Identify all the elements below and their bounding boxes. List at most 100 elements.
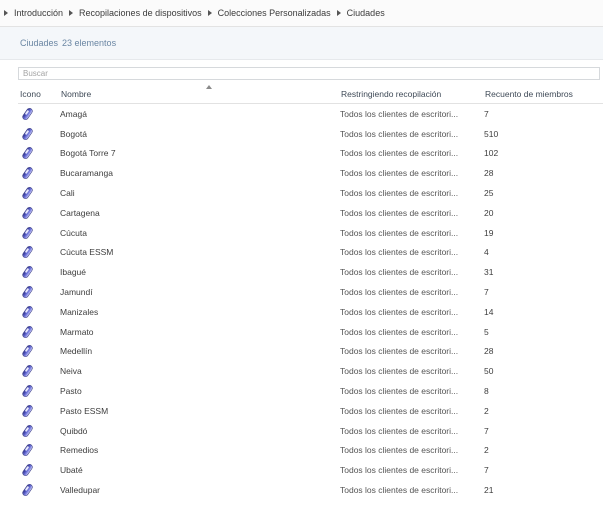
table-row[interactable]: Jamundí Todos los clientes de escritori..… [18,282,603,302]
search-input[interactable] [18,67,600,80]
table-row[interactable]: Pasto Todos los clientes de escritori... 8 [18,381,603,401]
row-name: Manizales [60,306,99,317]
row-restriction: Todos los clientes de escritori... [340,306,459,317]
row-name: Valledupar [60,485,101,496]
table-row[interactable]: Cartagena Todos los clientes de escritori… [18,203,603,223]
list-header: Ciudades 23 elementos [0,27,603,60]
table-row[interactable]: Marmato Todos los clientes de escritori..… [18,322,603,342]
row-icon-cell [18,186,58,200]
table-row[interactable]: Medellín Todos los clientes de escritori.… [18,342,603,362]
row-restriction: Todos los clientes de escritori... [340,445,459,456]
table-row[interactable]: Bogotá Torre 7 Todos los clientes de escr… [18,144,603,164]
row-member-count: 510 [484,128,499,139]
row-name: Jamundí [60,287,93,298]
row-icon-cell [18,344,58,358]
device-collection-icon [22,146,34,160]
device-collection-icon [22,226,34,240]
table-row[interactable]: Pasto ESSM Todos los clientes de escritor… [18,401,603,421]
breadcrumb-item-ciudades[interactable]: Ciudades [347,8,385,18]
list-title: Ciudades [20,38,59,48]
device-collection-icon [22,364,34,378]
row-icon-cell [18,226,58,240]
column-header-member-count[interactable]: Recuento de miembros [482,89,603,99]
table-row[interactable]: Cali Todos los clientes de escritori... 25 [18,183,603,203]
breadcrumb-item-recopilaciones[interactable]: Recopilaciones de dispositivos [79,8,202,18]
table-row[interactable]: Amagá Todos los clientes de escritori... 7 [18,104,603,124]
table-row[interactable]: Bucaramanga Todos los clientes de escrito… [18,163,603,183]
row-name: Quibdó [60,425,88,436]
device-collection-icon [22,127,34,141]
breadcrumb-separator-icon [69,10,74,16]
table-row[interactable]: Bogotá Todos los clientes de escritori...… [18,124,603,144]
device-collection-icon [22,305,34,319]
row-name: Cartagena [60,207,100,218]
row-member-count: 7 [484,465,489,476]
row-restriction: Todos los clientes de escritori... [340,247,459,258]
table-row[interactable]: Remedios Todos los clientes de escritori.… [18,441,603,461]
item-count: 23 elementos [62,38,117,48]
row-name: Cali [60,188,75,199]
table-row[interactable]: Quibdó Todos los clientes de escritori...… [18,421,603,441]
row-restriction: Todos los clientes de escritori... [340,425,459,436]
row-member-count: 50 [484,366,494,377]
row-member-count: 21 [484,485,494,496]
table-row[interactable]: Cúcuta Todos los clientes de escritori...… [18,223,603,243]
device-collection-icon [22,443,34,457]
row-name: Pasto [60,386,82,397]
row-restriction: Todos los clientes de escritori... [340,227,459,238]
row-member-count: 5 [484,326,489,337]
row-restriction: Todos los clientes de escritori... [340,188,459,199]
row-icon-cell [18,206,58,220]
row-name: Remedios [60,445,99,456]
row-restriction: Todos los clientes de escritori... [340,465,459,476]
row-icon-cell [18,404,58,418]
device-collection-icon [22,285,34,299]
device-collection-icon [22,344,34,358]
table-row[interactable]: Ibagué Todos los clientes de escritori...… [18,262,603,282]
table-header: Icono Nombre Restringiendo recopilación … [18,84,603,104]
table-row[interactable]: Ubaté Todos los clientes de escritori... 7 [18,460,603,480]
row-icon-cell [18,285,58,299]
row-name: Cúcuta ESSM [60,247,114,258]
row-name: Neiva [60,366,82,377]
row-member-count: 25 [484,188,494,199]
device-collection-icon [22,265,34,279]
row-name: Bogotá Torre 7 [60,148,116,159]
row-icon-cell [18,146,58,160]
row-icon-cell [18,364,58,378]
row-icon-cell [18,483,58,497]
row-name: Amagá [60,108,87,119]
row-icon-cell [18,107,58,121]
row-icon-cell [18,127,58,141]
row-icon-cell [18,245,58,259]
row-icon-cell [18,166,58,180]
row-name: Ubaté [60,465,83,476]
row-icon-cell [18,463,58,477]
table-row[interactable]: Neiva Todos los clientes de escritori... 5… [18,361,603,381]
device-collection-icon [22,325,34,339]
breadcrumb-item-introduccion[interactable]: Introducción [14,8,63,18]
column-header-name[interactable]: Nombre [58,89,338,99]
table-row[interactable]: Valledupar Todos los clientes de escritor… [18,480,603,500]
row-icon-cell [18,305,58,319]
search-bar [0,60,603,81]
row-member-count: 102 [484,148,499,159]
device-collection-icon [22,107,34,121]
row-restriction: Todos los clientes de escritori... [340,148,459,159]
table-row[interactable]: Cúcuta ESSM Todos los clientes de escrito… [18,243,603,263]
row-icon-cell [18,384,58,398]
column-header-restriction[interactable]: Restringiendo recopilación [338,89,482,99]
row-restriction: Todos los clientes de escritori... [340,267,459,278]
device-collection-icon [22,384,34,398]
row-member-count: 28 [484,346,494,357]
column-header-icon[interactable]: Icono [18,89,58,99]
device-collection-icon [22,186,34,200]
breadcrumb-item-colecciones[interactable]: Colecciones Personalizadas [218,8,331,18]
row-restriction: Todos los clientes de escritori... [340,207,459,218]
table-row[interactable]: Manizales Todos los clientes de escritori… [18,302,603,322]
row-restriction: Todos los clientes de escritori... [340,326,459,337]
row-member-count: 7 [484,108,489,119]
device-collection-icon [22,245,34,259]
row-restriction: Todos los clientes de escritori... [340,108,459,119]
row-name: Pasto ESSM [60,405,109,416]
